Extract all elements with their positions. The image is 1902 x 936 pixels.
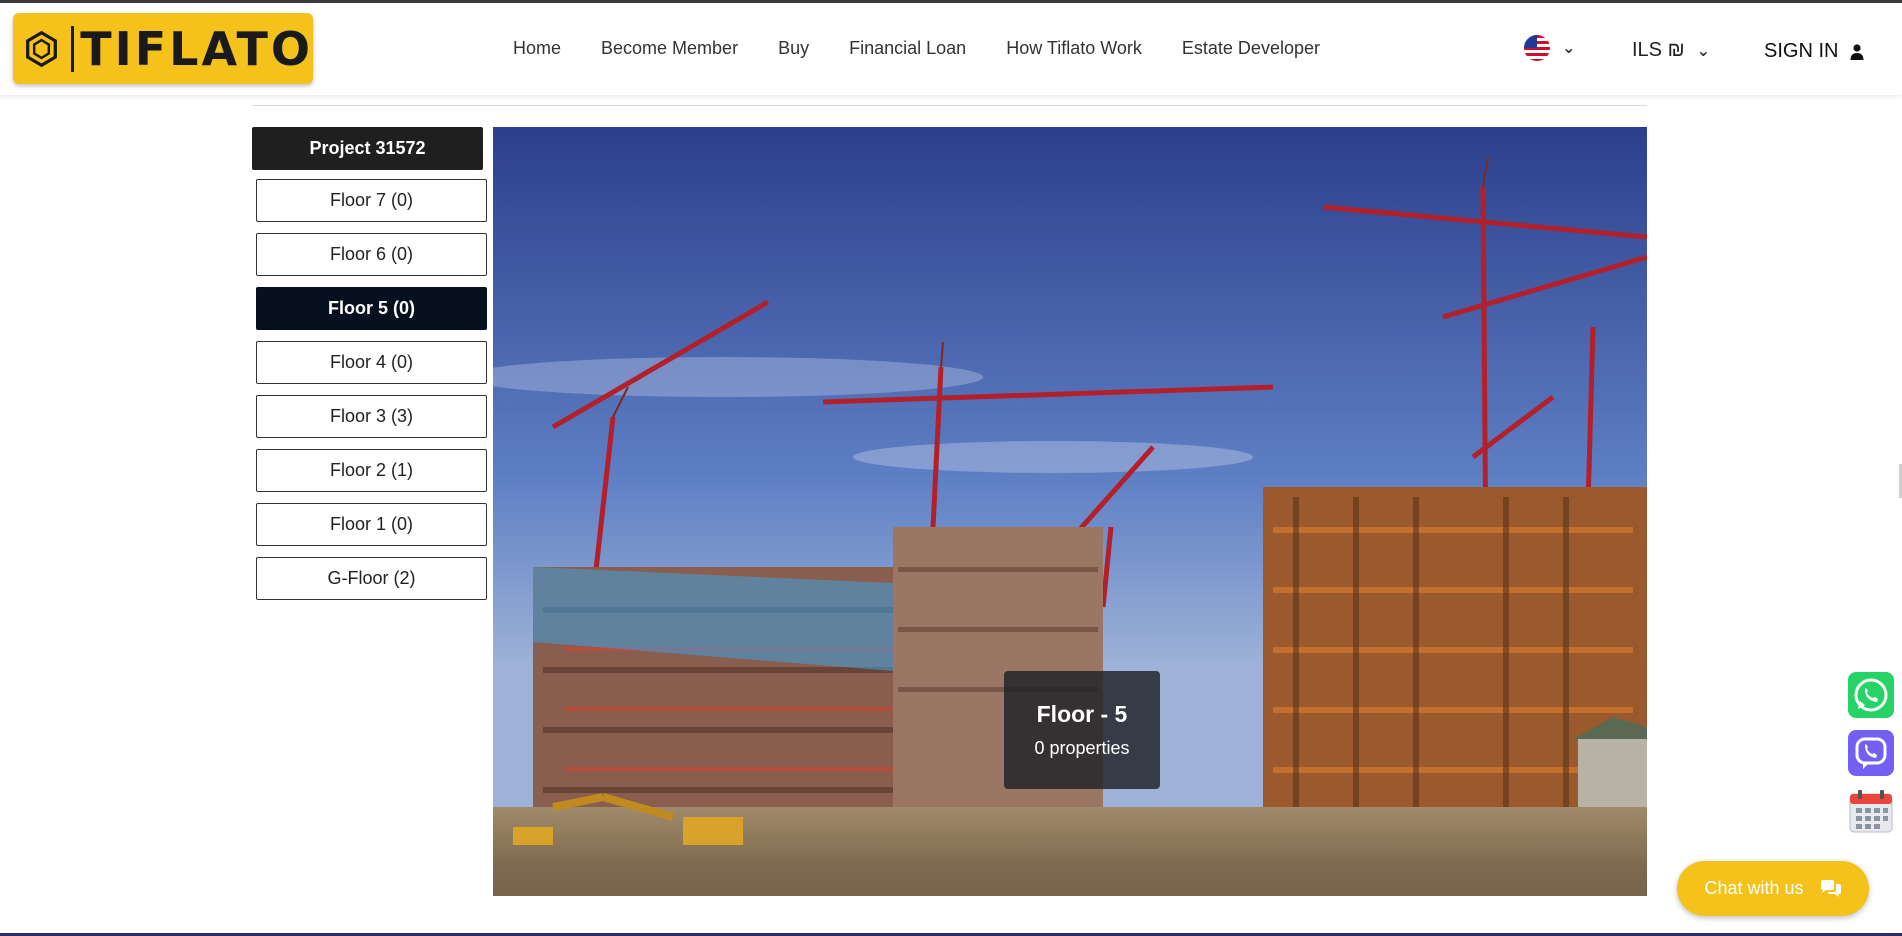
- brand-name: TIFLATO: [80, 21, 313, 76]
- floor-list: Floor 7 (0) Floor 6 (0) Floor 5 (0) Floo…: [252, 179, 487, 600]
- nav-how-tiflato-work[interactable]: How Tiflato Work: [1006, 38, 1142, 59]
- logo-separator: [71, 25, 75, 72]
- us-flag-icon: [1524, 35, 1550, 61]
- floor-button-ground[interactable]: G-Floor (2): [256, 557, 487, 600]
- calendar-button[interactable]: [1848, 788, 1894, 834]
- nav-financial-loan[interactable]: Financial Loan: [849, 38, 966, 59]
- nav-home[interactable]: Home: [513, 38, 561, 59]
- floor-tooltip: Floor - 5 0 properties: [1004, 671, 1160, 789]
- sign-in-label: SIGN IN: [1764, 40, 1839, 62]
- chat-bubbles-icon: [1820, 879, 1841, 897]
- calendar-icon: [1849, 790, 1893, 833]
- language-selector[interactable]: ⌄: [1524, 35, 1575, 61]
- currency-selector[interactable]: ILS ₪ ⌄: [1632, 39, 1710, 62]
- whatsapp-button[interactable]: [1848, 672, 1894, 718]
- tooltip-subtitle: 0 properties: [1034, 738, 1130, 758]
- floor-button-1[interactable]: Floor 1 (0): [256, 503, 487, 546]
- brand-logo[interactable]: TIFLATO: [13, 13, 313, 84]
- floor-button-6[interactable]: Floor 6 (0): [256, 233, 487, 276]
- chevron-down-icon: ⌄: [1562, 40, 1576, 57]
- floor-button-4[interactable]: Floor 4 (0): [256, 341, 487, 384]
- nav-become-member[interactable]: Become Member: [601, 38, 738, 59]
- chat-label: Chat with us: [1704, 878, 1804, 898]
- chat-with-us-button[interactable]: Chat with us: [1677, 861, 1869, 916]
- project-title: Project 31572: [252, 127, 483, 170]
- floor-sidebar: Project 31572 Floor 7 (0) Floor 6 (0) Fl…: [252, 127, 487, 611]
- user-icon: [1850, 43, 1864, 60]
- hexagon-logo-icon: [26, 30, 57, 67]
- chevron-down-icon: ⌄: [1696, 42, 1710, 60]
- content-divider: [252, 105, 1647, 106]
- site-header: TIFLATO Home Become Member Buy Financial…: [0, 3, 1902, 95]
- whatsapp-icon: [1854, 678, 1888, 712]
- floor-button-7[interactable]: Floor 7 (0): [256, 179, 487, 222]
- nav-estate-developer[interactable]: Estate Developer: [1182, 38, 1320, 59]
- nav-buy[interactable]: Buy: [778, 38, 809, 59]
- main-nav: Home Become Member Buy Financial Loan Ho…: [513, 38, 1360, 59]
- viber-button[interactable]: [1848, 730, 1894, 776]
- floor-button-5[interactable]: Floor 5 (0): [256, 287, 487, 330]
- floor-button-3[interactable]: Floor 3 (3): [256, 395, 487, 438]
- currency-label: ILS ₪: [1632, 39, 1685, 61]
- tooltip-title: Floor - 5: [1036, 701, 1128, 727]
- sign-in-button[interactable]: SIGN IN: [1764, 40, 1864, 63]
- floor-button-2[interactable]: Floor 2 (1): [256, 449, 487, 492]
- building-image[interactable]: Floor - 5 0 properties: [493, 127, 1647, 896]
- viber-icon: [1855, 737, 1887, 769]
